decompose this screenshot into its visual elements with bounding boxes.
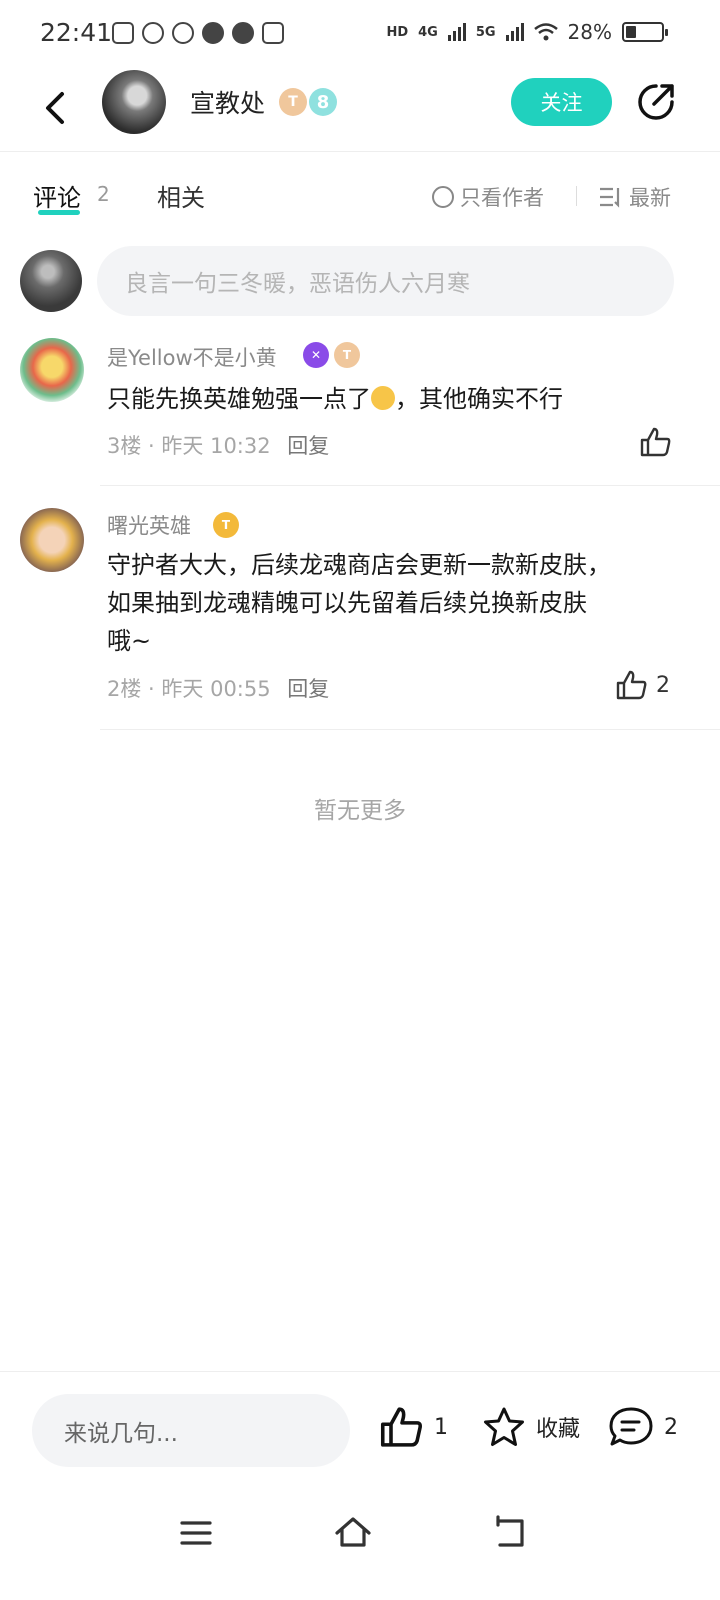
battery-level <box>626 26 636 38</box>
comment-like-button[interactable]: 2 <box>616 670 670 700</box>
my-avatar <box>20 250 82 312</box>
comment-like-count: 2 <box>656 672 670 698</box>
commenter-avatar[interactable] <box>20 508 84 572</box>
home-icon[interactable] <box>333 1513 373 1553</box>
sort-icon <box>600 187 620 208</box>
level-badge: T <box>213 512 239 538</box>
author-only-filter[interactable]: 只看作者 <box>432 182 544 212</box>
no-more-label: 暂无更多 <box>314 798 406 824</box>
commenter-name[interactable]: 是Yellow不是小黄 <box>107 342 277 372</box>
back-nav-icon[interactable] <box>490 1513 530 1553</box>
payment-notification-icon <box>262 22 284 44</box>
comments-button[interactable]: 2 <box>608 1406 678 1448</box>
comment-floor: 3楼 <box>107 434 142 458</box>
thumbs-up-icon <box>616 670 647 700</box>
commenter-avatar[interactable] <box>20 338 84 402</box>
status-indicators: HD 4G 5G 28% <box>386 20 668 44</box>
menu-icon[interactable] <box>176 1513 216 1553</box>
comment-item: 是Yellow不是小黄 ✕ T 只能先换英雄勉强一点了 ，其他确实不行 3楼 · … <box>0 330 720 486</box>
comment-text: 守护者大大，后续龙魂商店会更新一款新皮肤， 如果抽到龙魂精魄可以先留着后续兑换新… <box>107 546 687 660</box>
comment-count: 2 <box>664 1414 678 1440</box>
like-post-button[interactable]: 1 <box>380 1406 448 1448</box>
status-time: 22:41 <box>40 18 113 47</box>
comment-text: 只能先换英雄勉强一点了 ，其他确实不行 <box>107 380 687 418</box>
thumbs-up-icon <box>380 1407 423 1447</box>
app-notification-icon <box>172 22 194 44</box>
tab-comments[interactable]: 评论 <box>33 178 81 213</box>
comment-meta: 2楼 · 昨天 00:55 回复 <box>107 677 330 701</box>
game-badge-icon: ✕ <box>303 342 329 368</box>
author-vip-badge: 8 <box>309 88 337 116</box>
thumbs-up-icon <box>640 427 671 457</box>
commenter-name[interactable]: 曙光英雄 <box>107 510 191 540</box>
comment-time: 昨天 10:32 <box>161 434 271 458</box>
tab-related[interactable]: 相关 <box>157 178 205 213</box>
share-icon[interactable] <box>634 80 678 124</box>
author-avatar[interactable] <box>102 70 166 134</box>
comment-meta: 3楼 · 昨天 10:32 回复 <box>107 434 330 458</box>
comment-input[interactable]: 良言一句三冬暖，恶语伤人六月寒 <box>97 246 674 316</box>
comment-item: 曙光英雄 T 守护者大大，后续龙魂商店会更新一款新皮肤， 如果抽到龙魂精魄可以先… <box>0 500 720 730</box>
level-badge: T <box>334 342 360 368</box>
author-only-label: 只看作者 <box>460 186 544 210</box>
divider <box>100 729 720 730</box>
comments-count: 2 <box>97 182 110 206</box>
signal-icon <box>505 23 524 41</box>
comment-text-part: ，其他确实不行 <box>395 385 563 413</box>
battery-percent: 28% <box>567 20 612 44</box>
favorite-button[interactable]: 收藏 <box>482 1406 580 1448</box>
back-icon[interactable] <box>32 84 80 132</box>
comment-text-line: 哦~ <box>107 627 152 655</box>
5g-indicator: 5G <box>475 24 496 40</box>
comment-compose-row: 良言一句三冬暖，恶语伤人六月寒 <box>0 246 720 316</box>
wifi-icon <box>533 23 558 41</box>
signal-icon <box>447 23 466 41</box>
sort-toggle[interactable]: 最新 <box>599 182 671 212</box>
system-navigation-bar <box>0 1489 720 1600</box>
reply-button[interactable]: 回复 <box>287 677 329 701</box>
status-bar: 22:41 HD 4G 5G 28% <box>0 0 720 70</box>
reply-button[interactable]: 回复 <box>287 434 329 458</box>
comment-tabs: 评论 2 相关 只看作者 最新 <box>0 172 720 222</box>
emoji-icon <box>371 386 395 410</box>
comment-time: 昨天 00:55 <box>161 677 271 701</box>
bottom-action-bar: 来说几句... 1 收藏 2 <box>0 1371 720 1489</box>
app-notification-icon <box>232 22 254 44</box>
active-tab-indicator <box>38 210 80 215</box>
comment-text-line: 如果抽到龙魂精魄可以先留着后续兑换新皮肤 <box>107 589 587 617</box>
sort-label: 最新 <box>629 186 671 210</box>
comment-bubble-icon <box>609 1407 653 1446</box>
notification-icons <box>112 22 284 44</box>
author-name[interactable]: 宣教处 <box>190 84 265 120</box>
comment-like-button[interactable] <box>640 427 672 457</box>
app-notification-icon <box>112 22 134 44</box>
like-count: 1 <box>434 1414 448 1440</box>
comment-text-line: 守护者大大，后续龙魂商店会更新一款新皮肤， <box>107 551 611 579</box>
comment-floor: 2楼 <box>107 677 142 701</box>
favorite-label: 收藏 <box>536 1417 581 1442</box>
app-notification-icon <box>142 22 164 44</box>
author-level-badge: T <box>279 88 307 116</box>
post-header: 宣教处 T 8 关注 <box>0 70 720 152</box>
4g-indicator: 4G <box>418 24 438 40</box>
divider <box>100 485 720 486</box>
radio-unchecked-icon[interactable] <box>432 186 454 208</box>
battery-icon <box>622 22 668 42</box>
hd-indicator: HD <box>386 24 409 40</box>
comment-text-part: 只能先换英雄勉强一点了 <box>107 385 371 413</box>
divider <box>576 186 577 206</box>
chat-notification-icon <box>202 22 224 44</box>
follow-button[interactable]: 关注 <box>511 78 612 126</box>
star-icon <box>484 1407 524 1446</box>
reply-input[interactable]: 来说几句... <box>32 1394 350 1467</box>
